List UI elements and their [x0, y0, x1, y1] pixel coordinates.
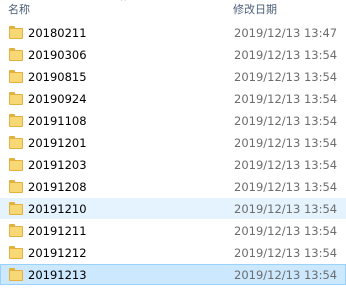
folder-row[interactable]: 20191208 2019/12/13 13:54	[0, 176, 346, 197]
folder-modified-date: 2019/12/13 13:54	[234, 268, 338, 282]
folder-row[interactable]: 20191211 2019/12/13 13:54	[0, 220, 346, 241]
folder-name: 20191210	[28, 202, 87, 216]
folder-name: 20190924	[28, 92, 87, 106]
folder-name: 20191108	[28, 114, 87, 128]
file-explorer-list: 名称 ^ 修改日期 20180211 2019/12/13 13:47 2019…	[0, 0, 346, 294]
folder-row[interactable]: 20190306 2019/12/13 13:54	[0, 44, 346, 65]
folder-modified-date: 2019/12/13 13:47	[234, 26, 338, 40]
folder-row[interactable]: 20190815 2019/12/13 13:54	[0, 66, 346, 87]
folder-modified-date: 2019/12/13 13:54	[234, 114, 338, 128]
folder-modified-date: 2019/12/13 13:54	[234, 158, 338, 172]
folder-icon	[9, 70, 23, 83]
folder-row[interactable]: 20191108 2019/12/13 13:54	[0, 110, 346, 131]
folder-name: 20191201	[28, 136, 87, 150]
folder-icon	[9, 246, 23, 259]
folder-modified-date: 2019/12/13 13:54	[234, 224, 338, 238]
folder-name: 20191211	[28, 224, 87, 238]
folder-row-hovered[interactable]: 20191210 2019/12/13 13:54	[0, 198, 346, 219]
folder-modified-date: 2019/12/13 13:54	[234, 180, 338, 194]
folder-icon	[9, 136, 23, 149]
folder-name: 20180211	[28, 26, 87, 40]
name-column-header[interactable]: 名称	[8, 3, 30, 17]
folder-modified-date: 2019/12/13 13:54	[234, 92, 338, 106]
folder-modified-date: 2019/12/13 13:54	[234, 136, 338, 150]
folder-modified-date: 2019/12/13 13:54	[234, 202, 338, 216]
folder-icon	[9, 26, 23, 39]
folder-icon	[9, 202, 23, 215]
folder-row[interactable]: 20191203 2019/12/13 13:54	[0, 154, 346, 175]
folder-row-selected[interactable]: 20191213 2019/12/13 13:54	[0, 264, 346, 285]
folder-row[interactable]: 20190924 2019/12/13 13:54	[0, 88, 346, 109]
folder-name: 20191203	[28, 158, 87, 172]
folder-icon	[9, 224, 23, 237]
folder-name: 20191213	[28, 268, 87, 282]
folder-icon	[9, 92, 23, 105]
folder-row[interactable]: 20191212 2019/12/13 13:54	[0, 242, 346, 263]
sort-ascending-icon: ^	[120, 0, 127, 6]
folder-row[interactable]: 20191201 2019/12/13 13:54	[0, 132, 346, 153]
folder-icon	[9, 158, 23, 171]
folder-modified-date: 2019/12/13 13:54	[234, 70, 338, 84]
folder-modified-date: 2019/12/13 13:54	[234, 246, 338, 260]
folder-list: 20180211 2019/12/13 13:47 20190306 2019/…	[0, 22, 346, 286]
date-modified-column-header[interactable]: 修改日期	[233, 3, 277, 17]
folder-name: 20190815	[28, 70, 87, 84]
folder-name: 20191208	[28, 180, 87, 194]
folder-modified-date: 2019/12/13 13:54	[234, 48, 338, 62]
folder-icon	[9, 114, 23, 127]
folder-name: 20190306	[28, 48, 87, 62]
folder-icon	[9, 48, 23, 61]
folder-icon	[9, 268, 23, 281]
column-header: 名称 ^ 修改日期	[0, 0, 346, 20]
folder-name: 20191212	[28, 246, 87, 260]
folder-row[interactable]: 20180211 2019/12/13 13:47	[0, 22, 346, 43]
folder-icon	[9, 180, 23, 193]
